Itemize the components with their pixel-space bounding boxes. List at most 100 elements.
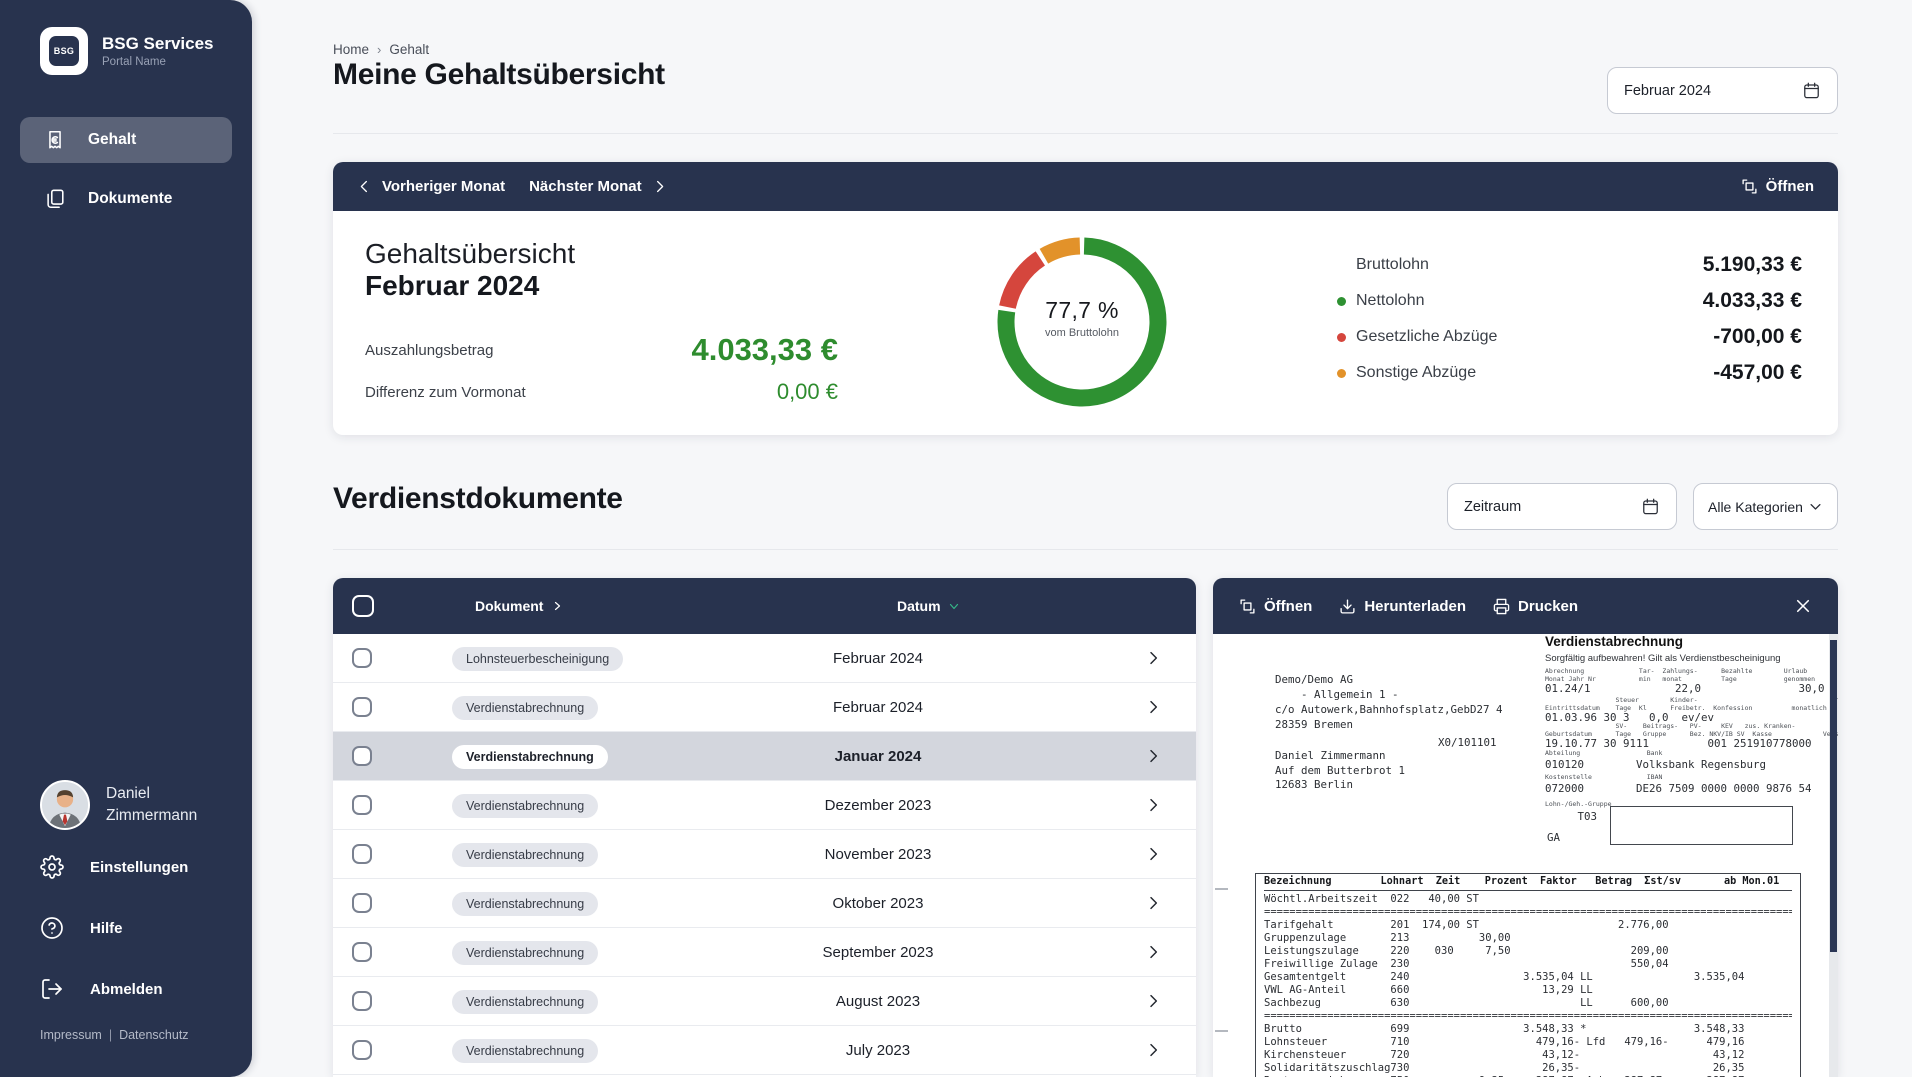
documents-icon [44, 188, 66, 210]
previous-month-button[interactable]: Vorheriger Monat [357, 178, 505, 195]
table-row[interactable]: Verdienstabrechnung Februar 2024 [333, 683, 1196, 732]
print-button[interactable]: Drucken [1493, 598, 1578, 615]
receipt-euro-icon [44, 129, 66, 151]
legend-value: -457,00 € [1713, 361, 1802, 385]
payslip-ga-mark: GA [1547, 831, 1560, 844]
payslip-subtitle: Sorgfältig aufbewahren! Gilt als Verdien… [1545, 653, 1781, 664]
sidebar-item-einstellungen[interactable]: Einstellungen [40, 855, 188, 879]
expand-icon [1239, 598, 1256, 615]
legend-row: Bruttolohn 5.190,33 € [1337, 247, 1802, 283]
document-type-badge: Verdienstabrechnung [452, 941, 598, 965]
legend-value: 4.033,33 € [1703, 289, 1802, 313]
category-filter-select[interactable]: Alle Kategorien [1693, 483, 1838, 530]
sidebar-item-abmelden[interactable]: Abmelden [40, 977, 163, 1001]
calendar-icon [1641, 497, 1660, 516]
privacy-link[interactable]: Datenschutz [119, 1028, 188, 1042]
payout-value: 4.033,33 € [691, 332, 838, 368]
row-checkbox[interactable] [352, 795, 372, 815]
table-row[interactable]: Verdienstabrechnung November 2023 [333, 830, 1196, 879]
document-type-badge: Verdienstabrechnung [452, 794, 598, 818]
legend-value: -700,00 € [1713, 325, 1802, 349]
chevron-right-icon[interactable] [1145, 797, 1161, 813]
breadcrumb-home[interactable]: Home [333, 42, 369, 57]
legend-dot [1337, 297, 1346, 306]
legend-row: Nettolohn 4.033,33 € [1337, 283, 1802, 319]
calendar-icon [1802, 81, 1821, 100]
period-filter-input[interactable]: Zeitraum [1447, 483, 1677, 530]
payslip-table: Bezeichnung Lohnart Zeit Prozent Faktor … [1255, 873, 1801, 1077]
diff-label: Differenz zum Vormonat [365, 384, 526, 401]
document-date: July 2023 [753, 1026, 1003, 1075]
legend-label: Nettolohn [1356, 292, 1425, 310]
help-circle-icon [40, 916, 64, 940]
row-checkbox[interactable] [352, 844, 372, 864]
chevron-right-icon[interactable] [1145, 748, 1161, 764]
legend-label: Sonstige Abzüge [1356, 364, 1476, 382]
row-checkbox[interactable] [352, 746, 372, 766]
row-checkbox[interactable] [352, 942, 372, 962]
column-header-datum[interactable]: Datum [897, 578, 960, 634]
documents-section-title: Verdienstdokumente [333, 482, 623, 516]
payslip-field-value: 010120 Volksbank Regensburg [1545, 758, 1766, 771]
fold-mark [1215, 888, 1228, 890]
payslip-field-labels: Lohn-/Geh.-Gruppe [1545, 801, 1612, 809]
chevron-right-icon[interactable] [1145, 650, 1161, 666]
table-row[interactable]: Verdienstabrechnung Januar 2024 [333, 732, 1196, 781]
row-checkbox[interactable] [352, 697, 372, 717]
chevron-right-icon[interactable] [1145, 699, 1161, 715]
breadcrumb-current[interactable]: Gehalt [389, 42, 429, 57]
payslip-field-value: 01.24/1 22,0 30,0 [1545, 682, 1825, 695]
month-picker[interactable]: Februar 2024 [1607, 67, 1838, 114]
payslip-field-labels: Steuer Kinder- Freibetrag Eintrittsdatum… [1545, 697, 1838, 712]
payslip-field-labels: Abrechnung Tar- Zahlungs- Bezahlte Urlau… [1545, 668, 1838, 683]
user-profile[interactable]: Daniel Zimmermann [40, 780, 197, 830]
sidebar-item-dokumente[interactable]: Dokumente [20, 176, 232, 222]
donut-center-label: 77,7 % vom Bruttolohn [997, 297, 1167, 339]
column-header-dokument[interactable]: Dokument [475, 578, 563, 634]
sidebar-item-gehalt[interactable]: Gehalt [20, 117, 232, 163]
document-type-badge: Verdienstabrechnung [452, 990, 598, 1014]
avatar [40, 780, 90, 830]
chevron-right-icon[interactable] [1145, 944, 1161, 960]
divider [333, 549, 1838, 550]
document-date: Januar 2024 [753, 732, 1003, 781]
chevron-right-icon: › [377, 42, 381, 57]
row-checkbox[interactable] [352, 1040, 372, 1060]
chevron-right-icon[interactable] [1145, 993, 1161, 1009]
bsg-logo-text: BSG [49, 36, 79, 66]
fold-mark [1215, 1030, 1228, 1032]
document-date: August 2023 [753, 977, 1003, 1026]
preview-scrollbar[interactable] [1830, 640, 1837, 952]
document-date: Dezember 2023 [753, 781, 1003, 830]
chevron-right-icon[interactable] [1145, 895, 1161, 911]
download-button[interactable]: Herunterladen [1339, 598, 1466, 615]
table-row[interactable]: Verdienstabrechnung August 2023 [333, 977, 1196, 1026]
table-row[interactable]: Verdienstabrechnung July 2023 [333, 1026, 1196, 1075]
table-row[interactable]: Verdienstabrechnung Dezember 2023 [333, 781, 1196, 830]
open-salary-button[interactable]: Öffnen [1741, 178, 1814, 195]
imprint-link[interactable]: Impressum [40, 1028, 102, 1042]
sidebar-footer: Impressum|Datenschutz [40, 1028, 189, 1042]
bsg-logo: BSG [40, 27, 88, 75]
next-month-button[interactable]: Nächster Monat [529, 178, 667, 195]
select-all-checkbox[interactable] [352, 595, 374, 617]
open-document-button[interactable]: Öffnen [1239, 598, 1312, 615]
chart-legend: Bruttolohn 5.190,33 € Nettolohn 4.033,33… [1337, 247, 1802, 391]
row-checkbox[interactable] [352, 991, 372, 1011]
sidebar-item-label: Einstellungen [90, 859, 188, 876]
payslip-empty-box [1610, 806, 1793, 845]
download-icon [1339, 598, 1356, 615]
chevron-right-icon[interactable] [1145, 1042, 1161, 1058]
sidebar-item-label: Gehalt [88, 131, 136, 149]
chevron-right-icon[interactable] [1145, 846, 1161, 862]
row-checkbox[interactable] [352, 648, 372, 668]
sidebar-item-hilfe[interactable]: Hilfe [40, 916, 123, 940]
document-type-badge: Lohnsteuerbescheinigung [452, 647, 623, 671]
close-preview-button[interactable] [1794, 597, 1812, 615]
table-row[interactable]: Verdienstabrechnung September 2023 [333, 928, 1196, 977]
table-row[interactable]: Lohnsteuerbescheinigung Februar 2024 [333, 634, 1196, 683]
row-checkbox[interactable] [352, 893, 372, 913]
recipient-address: Daniel Zimmermann Auf dem Butterbrot 1 1… [1275, 749, 1405, 793]
table-row[interactable]: Verdienstabrechnung Oktober 2023 [333, 879, 1196, 928]
category-filter-value: Alle Kategorien [1708, 499, 1803, 515]
